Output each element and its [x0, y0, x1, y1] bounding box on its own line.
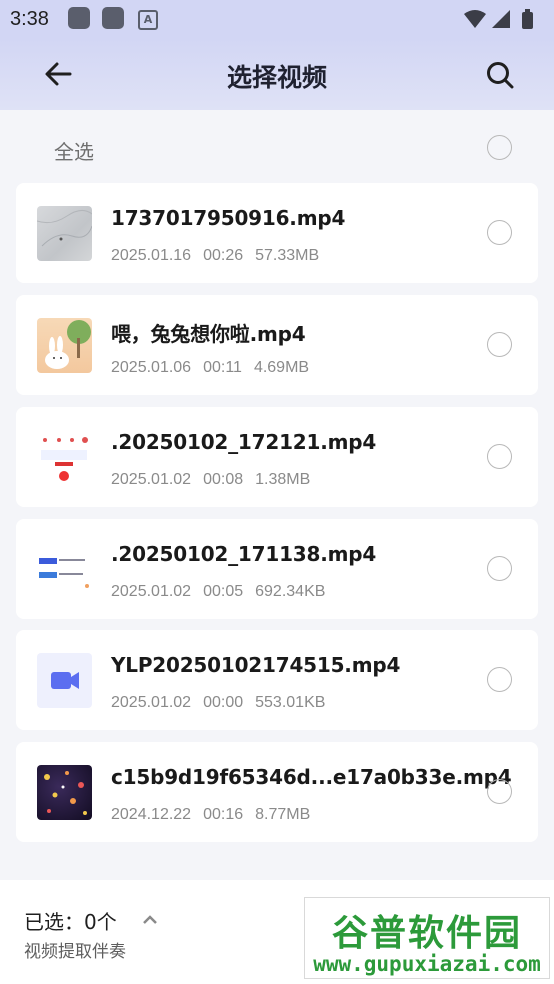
video-thumbnail [37, 542, 92, 597]
status-time: 3:38 [10, 8, 49, 30]
file-select-radio[interactable] [487, 332, 512, 357]
file-date: 2025.01.02 [111, 583, 192, 600]
file-meta: 2025.01.02 00:08 1.38MB [111, 471, 322, 489]
search-icon[interactable] [484, 59, 516, 91]
chevron-up-icon[interactable] [142, 914, 158, 924]
watermark-text: 谷普软件园 [331, 913, 522, 954]
file-name: .20250102_171138.mp4 [111, 542, 377, 566]
file-size: 57.33MB [255, 247, 320, 264]
file-size: 4.69MB [253, 359, 310, 376]
selected-count: 已选：0个 [24, 910, 117, 934]
file-meta: 2024.12.22 00:16 8.77MB [111, 806, 322, 824]
select-all-radio[interactable] [487, 135, 512, 160]
file-duration: 00:08 [203, 471, 244, 488]
file-date: 2025.01.02 [111, 694, 192, 711]
file-duration: 00:11 [203, 359, 242, 376]
file-name: 1737017950916.mp4 [111, 206, 346, 230]
file-item[interactable]: .20250102_171138.mp4 2025.01.02 00:05 692.… [16, 519, 538, 619]
file-meta: 2025.01.02 00:00 553.01KB [111, 694, 337, 712]
file-item[interactable]: .20250102_172121.mp4 2025.01.02 00:08 1.38… [16, 407, 538, 507]
video-thumbnail [37, 318, 92, 373]
file-duration: 00:05 [203, 583, 244, 600]
file-size: 692.34KB [255, 583, 326, 600]
file-date: 2025.01.16 [111, 247, 192, 264]
file-name: c15b9d19f65346d...e17a0b33e.mp4 [111, 765, 512, 789]
video-thumbnail [37, 430, 92, 485]
watermark-logo: 谷普软件园 www.gupuxiazai.com [304, 897, 550, 979]
wifi-icon [464, 10, 486, 28]
file-item[interactable]: 喂，兔兔想你啦.mp4 2025.01.06 00:11 4.69MB [16, 295, 538, 395]
bottom-subtitle: 视频提取伴奏 [24, 942, 126, 962]
file-item[interactable]: 1737017950916.mp4 2025.01.16 00:26 57.33MB [16, 183, 538, 283]
file-date: 2025.01.06 [111, 359, 192, 376]
video-thumbnail [37, 206, 92, 261]
file-duration: 00:26 [203, 247, 244, 264]
file-item[interactable]: c15b9d19f65346d...e17a0b33e.mp4 2024.12.… [16, 742, 538, 842]
signal-icon [492, 10, 510, 28]
file-meta: 2025.01.16 00:26 57.33MB [111, 247, 331, 265]
file-select-radio[interactable] [487, 220, 512, 245]
battery-icon [522, 9, 533, 29]
file-select-radio[interactable] [487, 667, 512, 692]
file-size: 8.77MB [255, 806, 311, 823]
status-bar: 3:38 A [0, 0, 554, 38]
file-date: 2025.01.02 [111, 471, 192, 488]
file-size: 553.01KB [255, 694, 326, 711]
app-icon [102, 7, 124, 29]
status-right-icons [464, 9, 533, 29]
app-icon [68, 7, 90, 29]
top-app-bar: 选择视频 [0, 38, 554, 110]
select-all-label: 全选 [54, 140, 94, 164]
file-size: 1.38MB [255, 471, 311, 488]
video-thumbnail [37, 653, 92, 708]
file-select-radio[interactable] [487, 779, 512, 804]
file-meta: 2025.01.06 00:11 4.69MB [111, 359, 321, 377]
file-item[interactable]: YLP20250102174515.mp4 2025.01.02 00:00 553… [16, 630, 538, 730]
file-select-radio[interactable] [487, 556, 512, 581]
file-name: YLP20250102174515.mp4 [111, 653, 401, 677]
select-all-row[interactable]: 全选 [0, 110, 554, 182]
file-duration: 00:16 [203, 806, 244, 823]
page-title: 选择视频 [226, 63, 327, 92]
file-duration: 00:00 [203, 694, 244, 711]
file-name: .20250102_172121.mp4 [111, 430, 377, 454]
watermark-url: www.gupuxiazai.com [313, 952, 541, 976]
file-date: 2024.12.22 [111, 806, 192, 823]
file-meta: 2025.01.02 00:05 692.34KB [111, 583, 337, 601]
a-icon: A [138, 10, 158, 30]
file-select-radio[interactable] [487, 444, 512, 469]
file-name: 喂，兔兔想你啦.mp4 [111, 322, 306, 346]
video-thumbnail [37, 765, 92, 820]
video-camera-icon [51, 672, 79, 689]
